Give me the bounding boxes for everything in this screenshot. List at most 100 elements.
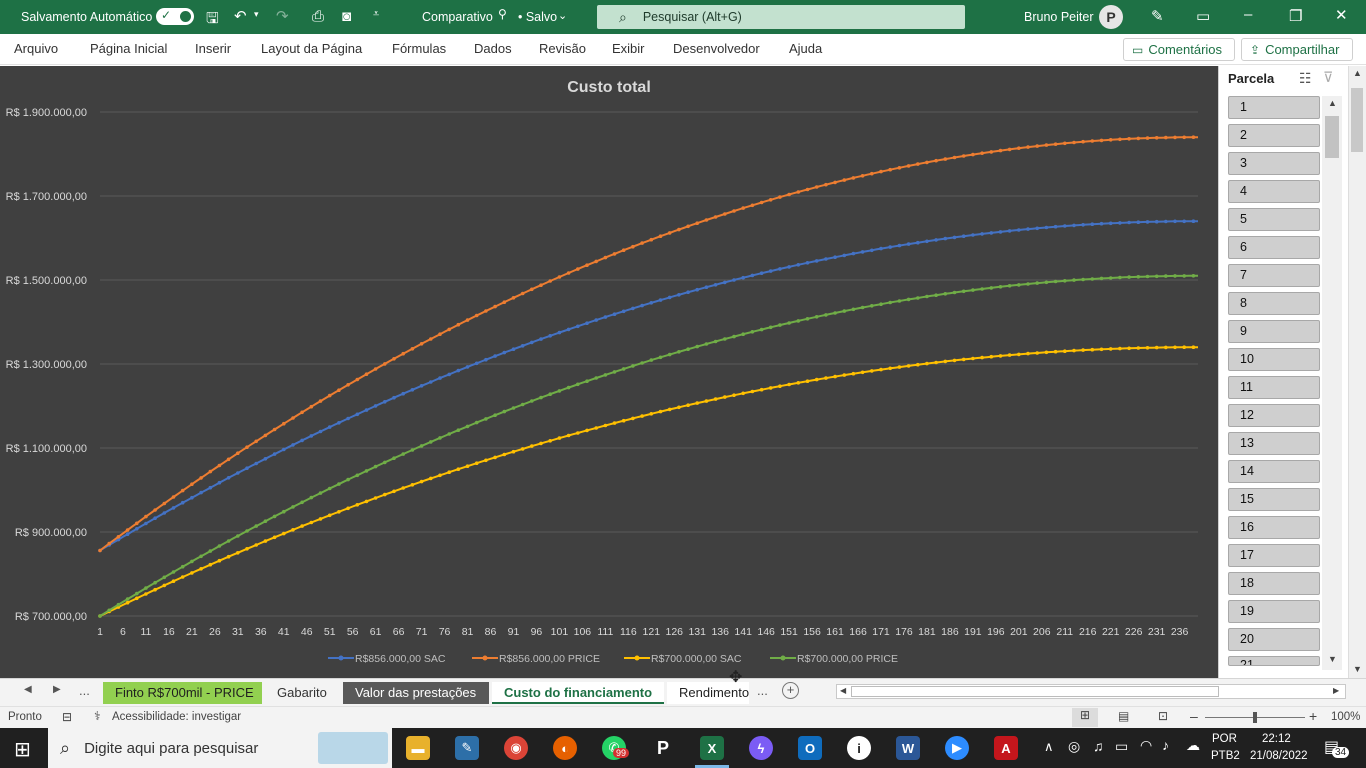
horizontal-scrollbar[interactable]: ◀ ▶ (836, 684, 1346, 699)
tab-pagina-inicial[interactable]: Página Inicial (75, 41, 182, 56)
scroll-right-icon[interactable]: ▶ (1333, 686, 1339, 695)
windows-start-icon[interactable]: ⊞ (14, 737, 31, 762)
camera-tray-icon[interactable]: ◎ (1068, 738, 1080, 755)
slicer-item-13[interactable]: 13 (1228, 432, 1320, 455)
legend-entry-1[interactable]: R$856.000,00 PRICE (472, 653, 600, 665)
share-button[interactable]: ⇪ Compartilhar (1241, 38, 1353, 61)
page-break-view-icon[interactable]: ⊡ (1158, 709, 1168, 723)
add-sheet-icon[interactable]: + (782, 682, 799, 699)
slicer-item-5[interactable]: 5 (1228, 208, 1320, 231)
series-2[interactable] (98, 345, 1198, 618)
outlook-icon[interactable]: O (798, 736, 822, 760)
camera-icon[interactable]: ◙ (342, 8, 351, 25)
zoom-in-icon[interactable]: + (1309, 708, 1317, 724)
slicer-item-6[interactable]: 6 (1228, 236, 1320, 259)
more-sheets-right[interactable]: ... (757, 683, 768, 698)
tab-layout-da-pagina[interactable]: Layout da Página (246, 41, 377, 56)
scroll-up-icon[interactable]: ▲ (1328, 98, 1337, 108)
word-icon[interactable]: W (896, 736, 920, 760)
pen-icon[interactable]: ✎ (1151, 7, 1164, 25)
zoom-slider-thumb[interactable] (1253, 712, 1257, 723)
taskbar-search-input[interactable]: ⌕ Digite aqui para pesquisar (48, 728, 392, 768)
tab-dados[interactable]: Dados (459, 41, 527, 56)
chevron-down-icon[interactable]: ⌄ (558, 9, 567, 22)
clock-date[interactable]: 21/08/2022 (1250, 750, 1308, 762)
tab-revisao[interactable]: Revisão (524, 41, 601, 56)
wifi-icon[interactable]: ◠ (1140, 737, 1152, 754)
slicer-item-8[interactable]: 8 (1228, 292, 1320, 315)
microphone-icon[interactable]: ♫ (1093, 738, 1104, 754)
more-sheets-left[interactable]: ... (79, 683, 90, 698)
scroll-left-icon[interactable]: ◀ (840, 686, 846, 695)
tab-exibir[interactable]: Exibir (597, 41, 660, 56)
slicer-item-11[interactable]: 11 (1228, 376, 1320, 399)
chrome-icon[interactable]: ◉ (504, 736, 528, 760)
accessibility-icon[interactable]: ⚕ (94, 709, 101, 723)
tab-inserir[interactable]: Inserir (180, 41, 246, 56)
messenger-icon[interactable]: ϟ (749, 736, 773, 760)
series-1[interactable] (98, 135, 1198, 553)
series-3[interactable] (98, 274, 1198, 618)
slicer-item-9[interactable]: 9 (1228, 320, 1320, 343)
slicer-item-10[interactable]: 10 (1228, 348, 1320, 371)
language-primary[interactable]: POR (1212, 733, 1237, 745)
undo-icon[interactable]: ↶ (234, 7, 247, 25)
page-layout-view-icon[interactable]: ▤ (1118, 709, 1129, 723)
search-input[interactable]: ⌕ Pesquisar (Alt+G) (597, 5, 965, 29)
macro-record-icon[interactable]: ⊟ (62, 710, 72, 724)
scroll-down-icon[interactable]: ▼ (1353, 664, 1362, 674)
minimize-icon[interactable]: – (1244, 6, 1252, 23)
avatar[interactable]: P (1099, 5, 1123, 29)
sheet-tab-gabarito[interactable]: Gabarito (265, 682, 339, 704)
save-icon[interactable]: 🖫 (206, 8, 219, 33)
slicer-scroll-thumb[interactable] (1325, 116, 1339, 158)
pipefy-icon[interactable]: P (651, 736, 675, 760)
vertical-scroll-thumb[interactable] (1351, 88, 1363, 152)
scroll-up-icon[interactable]: ▲ (1353, 68, 1362, 78)
chart-area[interactable]: Custo total R$ 1.900.000,00 R$ 1.700.000,… (0, 66, 1218, 678)
vertical-scrollbar[interactable]: ▲ ▼ (1348, 66, 1366, 678)
legend-entry-3[interactable]: R$700.000,00 PRICE (770, 653, 898, 665)
customize-toolbar-icon[interactable]: ⩡ (373, 8, 379, 21)
file-explorer-icon[interactable]: ▬ (406, 736, 430, 760)
info-icon[interactable]: i (847, 736, 871, 760)
slicer-scrollbar[interactable]: ▲ ▼ (1322, 96, 1342, 670)
legend-entry-0[interactable]: R$856.000,00 SAC (328, 653, 446, 665)
clock-time[interactable]: 22:12 (1262, 733, 1291, 745)
accessibility-status[interactable]: Acessibilidade: investigar (112, 711, 241, 723)
legend-entry-2[interactable]: R$700.000,00 SAC (624, 653, 742, 665)
battery-icon[interactable]: ▭ (1115, 738, 1128, 755)
prev-sheet-icon[interactable]: ◀ (24, 684, 32, 695)
print-preview-icon[interactable]: ⎙ (312, 8, 324, 25)
close-icon[interactable]: ✕ (1335, 6, 1348, 24)
zoom-out-icon[interactable]: – (1190, 708, 1198, 724)
chevron-down-icon[interactable]: ▾ (254, 9, 259, 20)
acrobat-icon[interactable]: A (994, 736, 1018, 760)
tab-desenvolvedor[interactable]: Desenvolvedor (658, 41, 775, 56)
sheet-tab-finto-700mil-price[interactable]: Finto R$700mil - PRICE (103, 682, 262, 704)
clear-filter-icon[interactable]: ⊽ (1323, 69, 1333, 86)
save-status[interactable]: • Salvo (518, 10, 557, 24)
chevron-up-icon[interactable]: ∧ (1044, 739, 1054, 755)
tab-arquivo[interactable]: Arquivo (0, 41, 73, 56)
horizontal-scroll-thumb[interactable] (851, 686, 1219, 697)
normal-view-icon[interactable]: ⊞ (1072, 708, 1098, 727)
sheet-tab-custo-do-financiamento[interactable]: Custo do financiamento (492, 682, 664, 704)
scroll-down-icon[interactable]: ▼ (1328, 654, 1337, 664)
slicer-item-7[interactable]: 7 (1228, 264, 1320, 287)
zoom-slider[interactable] (1205, 712, 1305, 723)
autosave-toggle[interactable] (156, 8, 194, 25)
user-name[interactable]: Bruno Peiter (1024, 10, 1093, 24)
slicer-item-18[interactable]: 18 (1228, 572, 1320, 595)
ribbon-display-icon[interactable]: ▭ (1196, 7, 1210, 25)
slicer-item-17[interactable]: 17 (1228, 544, 1320, 567)
paint-icon[interactable]: ✎ (455, 736, 479, 760)
sheet-tab-valor-das-prestacoes[interactable]: Valor das prestações (343, 682, 489, 704)
slicer-item-4[interactable]: 4 (1228, 180, 1320, 203)
file-name[interactable]: Comparativo (422, 10, 493, 24)
slicer-item-21[interactable]: 21 (1228, 656, 1320, 666)
tab-ajuda[interactable]: Ajuda (774, 41, 837, 56)
slicer-item-19[interactable]: 19 (1228, 600, 1320, 623)
slicer-item-2[interactable]: 2 (1228, 124, 1320, 147)
slicer-item-3[interactable]: 3 (1228, 152, 1320, 175)
